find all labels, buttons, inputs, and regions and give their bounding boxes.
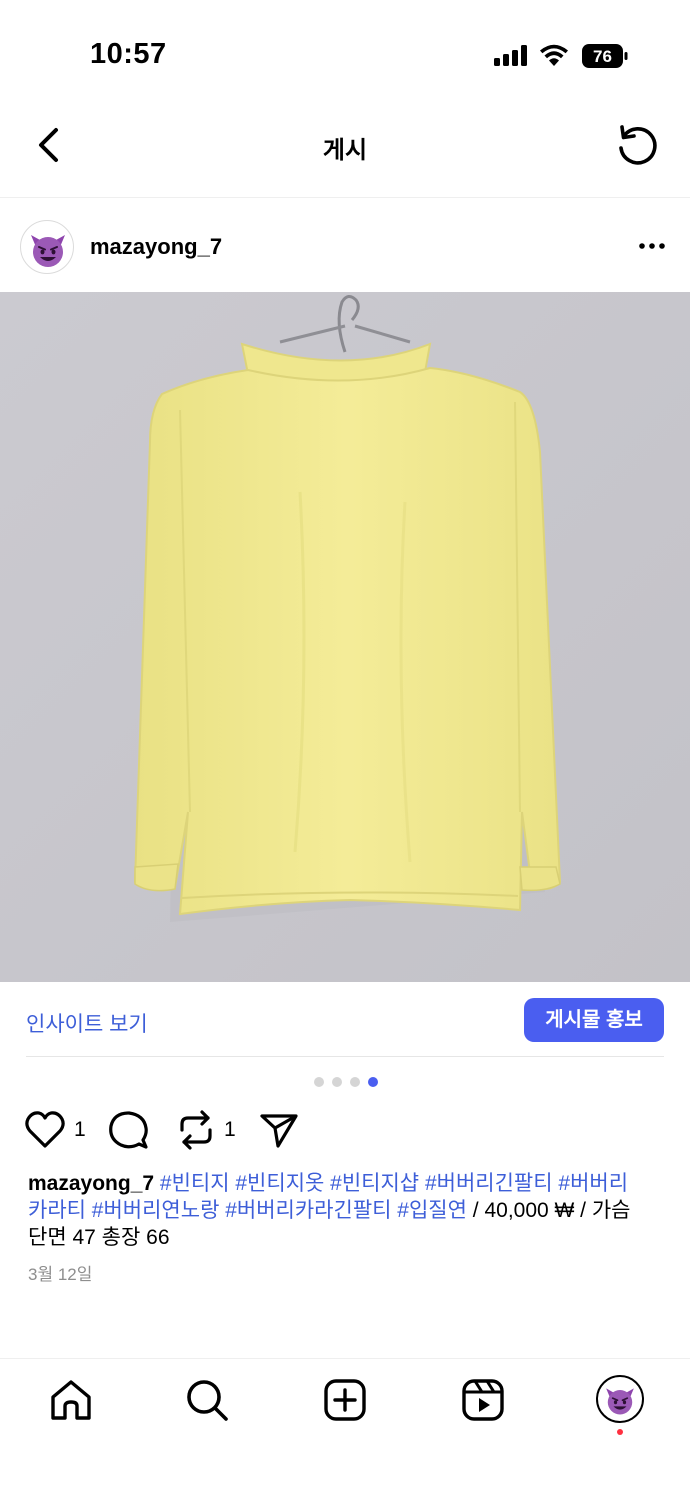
battery-icon: 76 [582,44,628,68]
caption-price: / 40,000 ₩ / 가슴 [466,1199,631,1222]
wifi-icon [540,44,568,66]
notification-dot [617,1429,623,1435]
like-count[interactable]: 1 [74,1118,86,1142]
post-username[interactable]: mazayong_7 [90,234,222,260]
carousel-indicator [314,1077,378,1087]
status-bar: 10:57 76 [0,0,690,100]
search-icon[interactable] [184,1377,230,1423]
post-header: mazayong_7 [0,200,690,292]
status-time: 10:57 [90,38,167,70]
page-title: 게시 [322,137,368,164]
post-caption: mazayong_7 #빈티지 #빈티지옷 #빈티지샵 #버버리긴팔티 #버버리… [28,1170,668,1251]
more-options-icon[interactable] [636,234,668,258]
post-photo[interactable] [0,292,690,982]
smiling-devil-icon [606,1388,634,1415]
insight-row: 인사이트 보기 게시물 홍보 [0,982,690,1058]
post-actions: 1 1 [0,1108,690,1156]
heart-icon[interactable] [24,1108,66,1152]
caption-hashtags[interactable]: 카라티 #버버리연노랑 #버버리카라긴팔티 #입질연 [28,1199,467,1222]
carousel-dot-active [368,1077,378,1087]
reels-icon[interactable] [460,1377,506,1423]
caption-size: 단면 47 총장 66 [28,1226,170,1249]
avatar[interactable] [20,220,74,274]
smiling-devil-icon [31,235,65,267]
view-insights-link[interactable]: 인사이트 보기 [26,1008,148,1038]
home-icon[interactable] [48,1377,94,1423]
share-icon[interactable] [258,1108,300,1152]
caption-hashtags[interactable]: #빈티지 #빈티지옷 #빈티지샵 #버버리긴팔티 #버버리 [160,1172,628,1195]
divider [26,1056,664,1057]
navigation-bar: 게시 [0,100,690,198]
battery-level: 76 [593,47,612,66]
carousel-dot [350,1077,360,1087]
caption-username[interactable]: mazayong_7 [28,1172,154,1195]
repost-count[interactable]: 1 [224,1118,236,1142]
create-icon[interactable] [322,1377,368,1423]
cellular-signal-icon [494,44,527,66]
repost-icon[interactable] [176,1108,216,1152]
carousel-dot [332,1077,342,1087]
refresh-icon[interactable] [614,122,662,170]
post-date: 3월 12일 [28,1265,93,1284]
comment-icon[interactable] [106,1108,150,1152]
bottom-tab-bar [0,1358,690,1500]
shirt-image [0,292,690,982]
carousel-dot [314,1077,324,1087]
profile-avatar[interactable] [596,1375,644,1423]
promote-post-button[interactable]: 게시물 홍보 [524,998,664,1042]
